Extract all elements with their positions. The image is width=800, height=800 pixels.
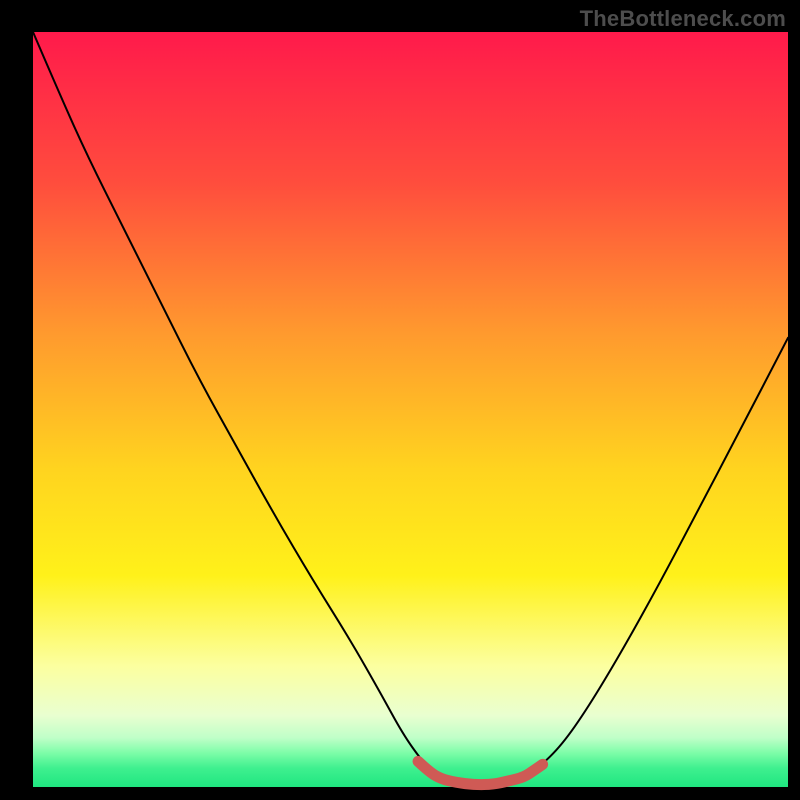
chart-stage: { "watermark": "TheBottleneck.com", "cha… (0, 0, 800, 800)
bottleneck-chart (0, 0, 800, 800)
watermark-text: TheBottleneck.com (580, 6, 786, 32)
plot-background (33, 32, 788, 787)
